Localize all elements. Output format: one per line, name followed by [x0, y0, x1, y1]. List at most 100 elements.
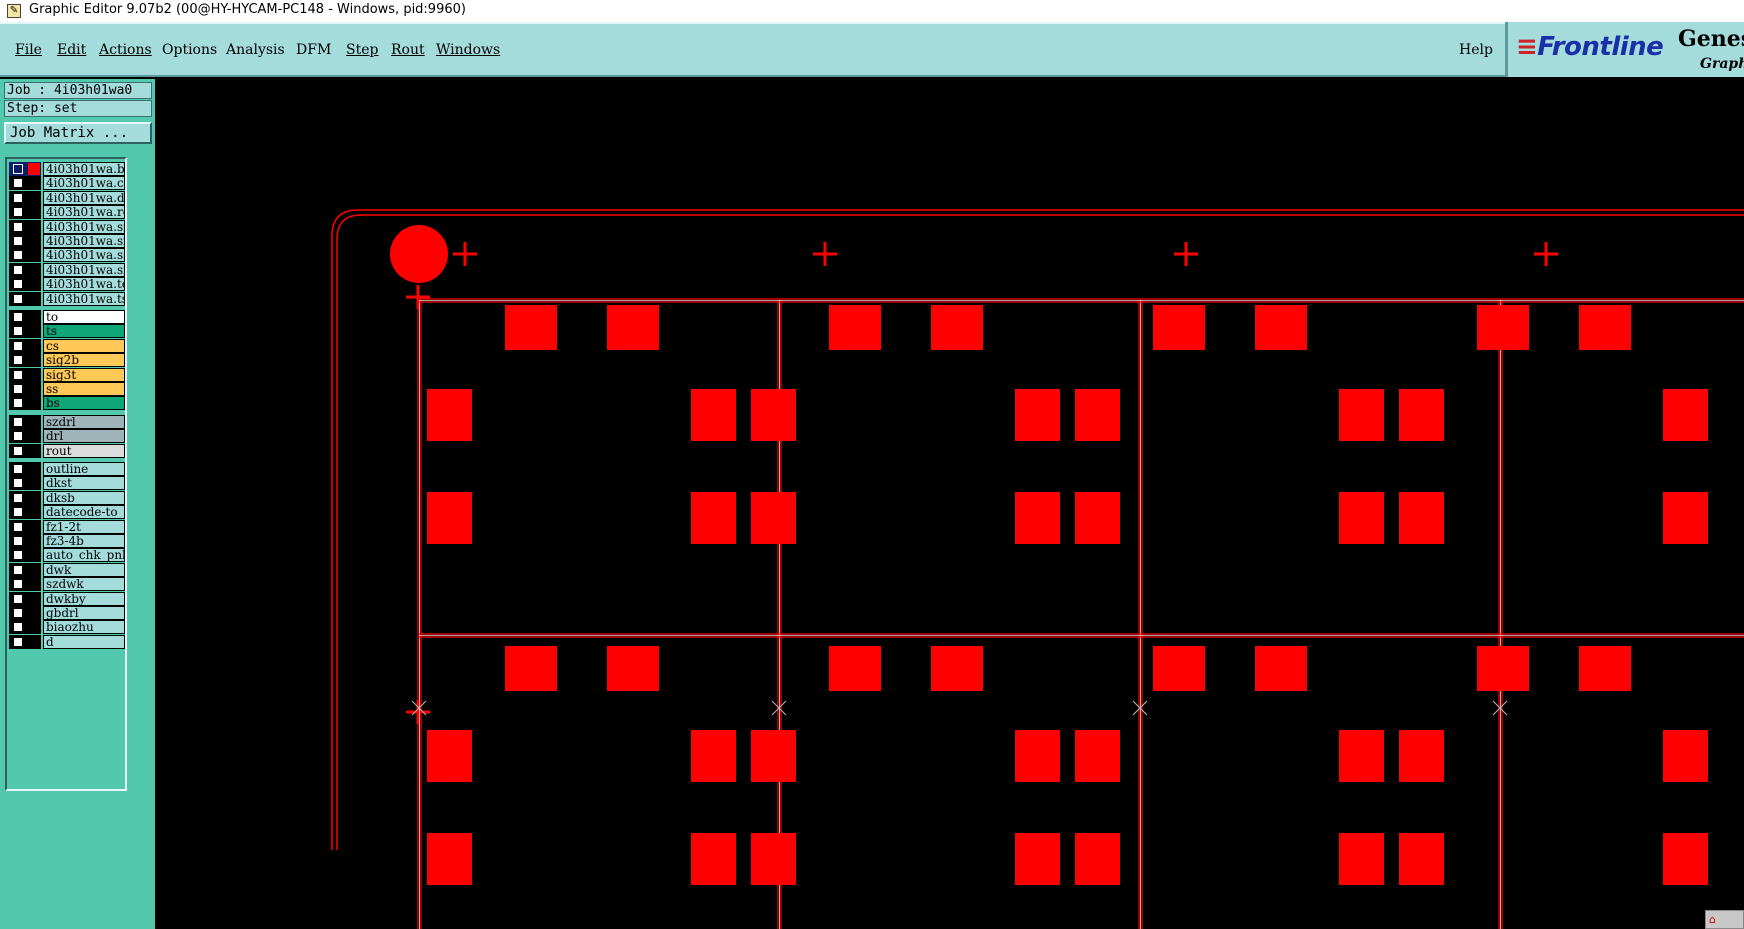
- layer-name[interactable]: 4i03h01wa.cs: [43, 176, 125, 191]
- layer-name[interactable]: cs: [43, 338, 125, 353]
- layer-row[interactable]: 4i03h01wa.szdrl: [9, 262, 125, 277]
- layer-display-checkbox[interactable]: [13, 326, 23, 337]
- layer-row[interactable]: to: [9, 310, 125, 324]
- menu-dfm[interactable]: DFM: [296, 42, 331, 58]
- layer-row[interactable]: dksb: [9, 490, 125, 505]
- layer-display-checkbox[interactable]: [13, 312, 23, 322]
- layer-name[interactable]: sig2b: [43, 353, 125, 368]
- layer-name[interactable]: auto_chk_pnl: [43, 548, 125, 563]
- layer-name[interactable]: datecode-to: [43, 505, 125, 520]
- layer-name[interactable]: szdwk: [43, 577, 125, 592]
- layer-row[interactable]: datecode-to: [9, 505, 125, 520]
- layer-row[interactable]: dwkby: [9, 591, 125, 606]
- layer-display-checkbox[interactable]: [13, 478, 23, 489]
- layer-name[interactable]: bs: [43, 396, 125, 411]
- layer-name[interactable]: dwk: [43, 562, 125, 577]
- layer-name[interactable]: dkst: [43, 476, 125, 491]
- pcb-drawing[interactable]: [155, 79, 1744, 929]
- layer-name[interactable]: dksb: [43, 490, 125, 505]
- layer-name[interactable]: 4i03h01wa.drl: [43, 190, 125, 205]
- layer-row[interactable]: 4i03h01wa.ss: [9, 248, 125, 263]
- layer-row[interactable]: auto_chk_pnl: [9, 548, 125, 563]
- layer-display-checkbox[interactable]: [13, 398, 23, 409]
- menu-actions[interactable]: Actions: [99, 42, 152, 58]
- layer-display-checkbox[interactable]: [13, 293, 23, 304]
- layer-name[interactable]: drl: [43, 429, 125, 444]
- menu-file[interactable]: File: [15, 42, 42, 58]
- layer-display-checkbox[interactable]: [13, 250, 23, 261]
- layer-row[interactable]: 4i03h01wa.drl: [9, 190, 125, 205]
- layer-display-checkbox[interactable]: [13, 164, 23, 174]
- menu-step[interactable]: Step: [346, 42, 378, 58]
- layer-display-checkbox[interactable]: [13, 492, 23, 503]
- layer-display-checkbox[interactable]: [13, 384, 23, 394]
- layer-display-checkbox[interactable]: [13, 593, 23, 604]
- layer-display-checkbox[interactable]: [13, 178, 23, 189]
- layer-row[interactable]: 4i03h01wa.bot: [9, 162, 125, 176]
- layer-display-checkbox[interactable]: [13, 608, 23, 618]
- menu-rout[interactable]: Rout: [391, 42, 425, 58]
- layer-row[interactable]: ss: [9, 382, 125, 396]
- layer-display-checkbox[interactable]: [13, 236, 23, 246]
- layer-row[interactable]: 4i03h01wa.top: [9, 277, 125, 292]
- layer-name[interactable]: rout: [43, 443, 125, 458]
- layer-display-checkbox[interactable]: [13, 579, 23, 590]
- layer-display-checkbox[interactable]: [13, 464, 23, 474]
- layer-display-checkbox[interactable]: [13, 536, 23, 546]
- menu-help[interactable]: Help: [1459, 42, 1493, 58]
- corner-status-icon[interactable]: ⌂: [1705, 910, 1744, 929]
- layer-name[interactable]: to: [43, 310, 125, 324]
- layer-row[interactable]: ts: [9, 324, 125, 339]
- layer-name[interactable]: sig3t: [43, 367, 125, 382]
- layer-row[interactable]: outline: [9, 462, 125, 476]
- layer-display-checkbox[interactable]: [13, 264, 23, 275]
- layer-row[interactable]: cs: [9, 338, 125, 353]
- layer-display-checkbox[interactable]: [13, 622, 23, 633]
- menu-windows[interactable]: Windows: [436, 42, 500, 58]
- layer-row[interactable]: gbdrl: [9, 606, 125, 620]
- layer-name[interactable]: d: [43, 634, 125, 649]
- layer-row[interactable]: 4i03h01wa.sig3t: [9, 234, 125, 248]
- layer-name[interactable]: 4i03h01wa.top: [43, 277, 125, 292]
- layer-display-checkbox[interactable]: [13, 340, 23, 351]
- menu-analysis[interactable]: Analysis: [226, 42, 285, 58]
- layer-name[interactable]: 4i03h01wa.rout: [43, 205, 125, 220]
- layer-row[interactable]: 4i03h01wa.sig2b: [9, 219, 125, 234]
- job-matrix-button[interactable]: Job Matrix ...: [4, 122, 152, 144]
- layer-display-checkbox[interactable]: [13, 279, 23, 290]
- layer-row[interactable]: szdwk: [9, 577, 125, 592]
- layer-row[interactable]: biaozhu: [9, 620, 125, 635]
- layer-row[interactable]: 4i03h01wa.rout: [9, 205, 125, 220]
- layer-name[interactable]: 4i03h01wa.sig2b: [43, 219, 125, 234]
- layer-display-checkbox[interactable]: [13, 431, 23, 442]
- layer-row[interactable]: fz1-2t: [9, 519, 125, 534]
- layer-display-checkbox[interactable]: [13, 445, 23, 456]
- graphic-canvas[interactable]: [155, 79, 1744, 929]
- layer-row[interactable]: sig3t: [9, 367, 125, 382]
- layer-row[interactable]: drl: [9, 429, 125, 444]
- layer-name[interactable]: ts: [43, 324, 125, 339]
- layer-name[interactable]: gbdrl: [43, 606, 125, 620]
- layer-row[interactable]: sig2b: [9, 353, 125, 368]
- layer-display-checkbox[interactable]: [13, 416, 23, 427]
- layer-row[interactable]: fz3-4b: [9, 534, 125, 548]
- layer-name[interactable]: 4i03h01wa.ss: [43, 248, 125, 263]
- layer-display-checkbox[interactable]: [13, 221, 23, 232]
- layer-row[interactable]: szdrl: [9, 414, 125, 429]
- layer-name[interactable]: ss: [43, 382, 125, 396]
- layer-name[interactable]: 4i03h01wa.szdrl: [43, 262, 125, 277]
- layer-row[interactable]: 4i03h01wa.cs: [9, 176, 125, 191]
- layer-name[interactable]: fz1-2t: [43, 519, 125, 534]
- layer-row[interactable]: 4i03h01wa.ts: [9, 291, 125, 306]
- layer-display-checkbox[interactable]: [13, 369, 23, 380]
- layer-name[interactable]: 4i03h01wa.bot: [43, 162, 125, 176]
- layer-name[interactable]: biaozhu: [43, 620, 125, 635]
- layer-display-checkbox[interactable]: [13, 207, 23, 218]
- layer-row[interactable]: bs: [9, 396, 125, 411]
- layer-name[interactable]: dwkby: [43, 591, 125, 606]
- layer-display-checkbox[interactable]: [13, 507, 23, 518]
- layer-display-checkbox[interactable]: [13, 521, 23, 532]
- layer-name[interactable]: szdrl: [43, 414, 125, 429]
- layer-name[interactable]: 4i03h01wa.ts: [43, 291, 125, 306]
- layer-display-checkbox[interactable]: [13, 636, 23, 647]
